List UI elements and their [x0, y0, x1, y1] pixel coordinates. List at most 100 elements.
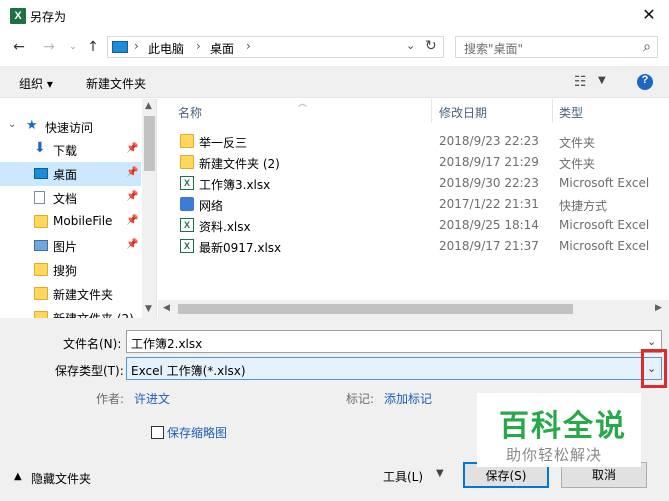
sidebar-item-quick-access[interactable]: ⌄ ★ 快速访问: [0, 115, 141, 139]
file-row[interactable]: X 最新0917.xlsx 2018/9/17 21:37 Microsoft …: [158, 236, 669, 257]
sidebar-item-sogou[interactable]: 搜狗: [0, 258, 141, 282]
pin-icon: 📌: [126, 167, 139, 178]
file-list: ︿ 名称 修改日期 类型 举一反三 2018/9/23 22:23 文件夹 新建…: [158, 99, 669, 318]
pin-icon: 📌: [126, 191, 139, 202]
organize-button[interactable]: 组织 ▾: [19, 75, 53, 92]
network-shortcut-icon: [180, 197, 194, 211]
excel-app-icon: X: [10, 8, 26, 24]
new-folder-button[interactable]: 新建文件夹: [86, 75, 146, 92]
column-header-date[interactable]: 修改日期: [439, 104, 487, 121]
author-field[interactable]: 许进文: [134, 390, 170, 407]
address-dropdown-icon[interactable]: ⌄: [406, 39, 415, 52]
tags-field[interactable]: 添加标记: [384, 390, 432, 407]
breadcrumb-desktop[interactable]: 桌面: [210, 40, 234, 57]
highlight-box: [641, 349, 667, 388]
column-divider[interactable]: [431, 99, 432, 123]
file-name: 新建文件夹 (2): [199, 157, 280, 171]
file-row[interactable]: X 工作簿3.xlsx 2018/9/30 22:23 Microsoft Ex…: [158, 173, 669, 194]
watermark-title: 百科全说: [499, 409, 627, 444]
column-divider[interactable]: [552, 99, 553, 123]
savetype-select[interactable]: Excel 工作簿(*.xlsx) ⌄: [126, 357, 662, 380]
file-name: 资料.xlsx: [199, 220, 251, 234]
file-date: 2017/1/22 21:31: [439, 197, 539, 211]
pictures-icon: [34, 240, 48, 251]
folder-icon: [34, 287, 48, 300]
view-options-icon[interactable]: ☷: [574, 74, 587, 90]
scrollbar-thumb[interactable]: [144, 116, 155, 171]
breadcrumb-chevron-icon[interactable]: ›: [134, 39, 139, 53]
scrollbar-thumb[interactable]: [178, 304, 573, 314]
horizontal-scrollbar[interactable]: ◀ ▶: [158, 300, 669, 318]
breadcrumb-chevron-icon[interactable]: ›: [246, 39, 251, 53]
file-name: 举一反三: [199, 136, 248, 150]
hide-folders-button[interactable]: 隐藏文件夹: [31, 470, 91, 487]
sidebar-item-label: 新建文件夹: [53, 288, 114, 302]
search-input[interactable]: 搜索"桌面" ⌕: [455, 36, 658, 58]
pin-icon: 📌: [126, 143, 139, 154]
download-icon: ⬇: [34, 140, 46, 156]
filename-input[interactable]: 工作簿2.xlsx ⌄: [126, 330, 662, 353]
sidebar-item-documents[interactable]: 文档 📌: [0, 186, 141, 210]
column-header-type[interactable]: 类型: [559, 104, 583, 121]
help-icon[interactable]: ?: [637, 74, 653, 90]
file-row[interactable]: 网络 2017/1/22 21:31 快捷方式: [158, 194, 669, 215]
forward-arrow-icon[interactable]: →: [40, 38, 58, 56]
save-thumbnail-label[interactable]: 保存缩略图: [167, 424, 227, 441]
chevron-down-icon[interactable]: ⌄: [647, 335, 656, 348]
file-type: 快捷方式: [559, 199, 608, 213]
file-row[interactable]: 新建文件夹 (2) 2018/9/17 21:29 文件夹: [158, 152, 669, 173]
sidebar-item-label: 搜狗: [53, 264, 78, 278]
this-pc-icon: [112, 41, 128, 53]
file-date: 2018/9/25 18:14: [439, 218, 539, 232]
refresh-icon[interactable]: ↻: [425, 38, 437, 54]
expand-chevron-icon[interactable]: ⌄: [8, 119, 16, 130]
sidebar-item-label: MobileFile: [53, 214, 113, 228]
column-header-name[interactable]: 名称: [178, 104, 202, 121]
address-bar[interactable]: › 此电脑 › 桌面 › ⌄ ↻: [107, 36, 444, 58]
navigation-pane: ⌄ ★ 快速访问 ⬇ 下载 📌 桌面 📌 文档 📌 MobileFile 📌 图…: [0, 99, 157, 318]
recent-locations-chevron-icon[interactable]: ⌄: [64, 38, 82, 56]
savetype-value: Excel 工作簿(*.xlsx): [131, 364, 246, 378]
sidebar-item-mobilefile[interactable]: MobileFile 📌: [0, 210, 141, 234]
up-arrow-icon[interactable]: ↑: [84, 38, 102, 56]
folder-icon: [34, 215, 48, 228]
window-title: 另存为: [30, 10, 67, 24]
scroll-right-icon[interactable]: ▶: [655, 303, 662, 313]
scroll-down-icon[interactable]: ▼: [145, 304, 152, 314]
close-icon[interactable]: ✕: [629, 0, 669, 32]
file-name: 网络: [199, 199, 224, 213]
sidebar-item-downloads[interactable]: ⬇ 下载 📌: [0, 138, 141, 162]
view-dropdown-icon[interactable]: ▼: [598, 75, 606, 86]
breadcrumb-chevron-icon[interactable]: ›: [196, 39, 201, 53]
file-date: 2018/9/17 21:37: [439, 239, 539, 253]
scroll-up-icon[interactable]: ▲: [145, 101, 152, 111]
sidebar-item-new-folder-2[interactable]: 新建文件夹 (2): [0, 306, 141, 318]
sidebar-item-label: 桌面: [53, 168, 78, 182]
command-bar: 组织 ▾ 新建文件夹 ☷ ▼ ?: [0, 66, 669, 98]
filename-value: 工作簿2.xlsx: [131, 337, 203, 351]
tools-dropdown-icon[interactable]: ▼: [436, 468, 444, 479]
breadcrumb-this-pc[interactable]: 此电脑: [148, 40, 184, 57]
sidebar-item-pictures[interactable]: 图片 📌: [0, 234, 141, 258]
scroll-left-icon[interactable]: ◀: [163, 303, 170, 313]
filename-label: 文件名(N):: [63, 337, 122, 351]
sidebar-item-desktop[interactable]: 桌面 📌: [0, 162, 141, 186]
sidebar-scrollbar[interactable]: ▲ ▼: [142, 99, 156, 318]
save-thumbnail-checkbox[interactable]: [151, 426, 164, 439]
file-date: 2018/9/30 22:23: [439, 176, 539, 190]
file-type: Microsoft Excel: [559, 218, 650, 232]
file-type: Microsoft Excel: [559, 176, 650, 190]
file-name: 工作簿3.xlsx: [199, 178, 271, 192]
excel-file-icon: X: [180, 218, 194, 232]
file-row[interactable]: 举一反三 2018/9/23 22:23 文件夹: [158, 131, 669, 152]
collapse-chevron-icon[interactable]: ▲: [14, 471, 22, 482]
sidebar-item-label: 图片: [53, 240, 78, 254]
tools-menu-button[interactable]: 工具(L): [383, 468, 423, 485]
folder-icon: [180, 155, 194, 169]
sidebar-item-new-folder[interactable]: 新建文件夹: [0, 282, 141, 306]
back-arrow-icon[interactable]: ←: [10, 38, 28, 56]
folder-icon: [34, 263, 48, 276]
search-icon[interactable]: ⌕: [643, 39, 651, 55]
watermark: 百科全说 助你轻松解决: [477, 393, 641, 467]
file-row[interactable]: X 资料.xlsx 2018/9/25 18:14 Microsoft Exce…: [158, 215, 669, 236]
